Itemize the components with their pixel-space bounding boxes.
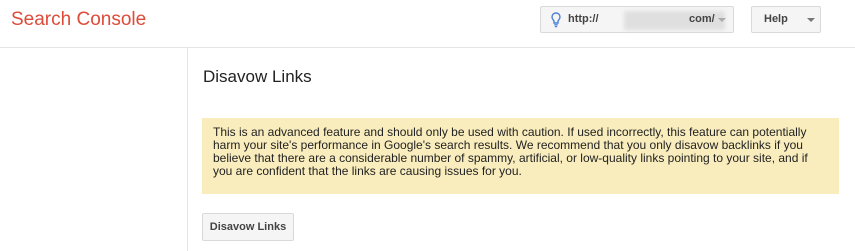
sidebar xyxy=(0,48,188,251)
help-button[interactable]: Help xyxy=(751,6,821,33)
help-label: Help xyxy=(764,13,788,25)
site-selector[interactable]: http:// com/ xyxy=(540,6,734,33)
top-header: Search Console http:// com/ Help xyxy=(0,0,855,48)
caution-notice: This is an advanced feature and should o… xyxy=(202,118,839,194)
lightbulb-icon xyxy=(551,12,561,28)
page-title: Disavow Links xyxy=(203,67,312,86)
chevron-down-icon xyxy=(718,18,726,22)
site-url-suffix: com/ xyxy=(689,13,715,25)
chevron-down-icon xyxy=(807,18,815,22)
disavow-links-button[interactable]: Disavow Links xyxy=(202,213,294,241)
site-url-prefix: http:// xyxy=(568,13,599,25)
app-title[interactable]: Search Console xyxy=(11,9,146,31)
